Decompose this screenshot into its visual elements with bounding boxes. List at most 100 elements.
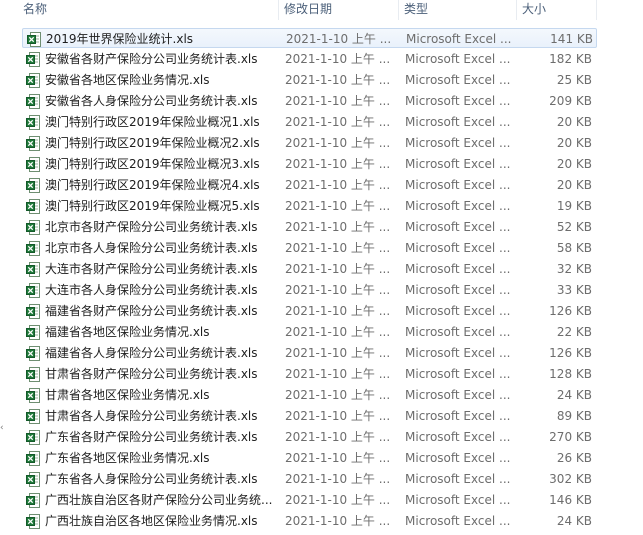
file-type: Microsoft Excel ... xyxy=(405,283,511,297)
collapse-chevron-icon[interactable]: ‹ xyxy=(0,424,6,433)
column-header-bar: 名称 修改日期 类型 大小 xyxy=(0,0,643,20)
file-size: 24 KB xyxy=(556,514,592,528)
file-type: Microsoft Excel ... xyxy=(405,178,511,192)
file-modified-date: 2021-1-10 上午 ... xyxy=(285,157,391,171)
file-name: 澳门特别行政区2019年保险业概况4.xls xyxy=(45,178,260,192)
file-name: 澳门特别行政区2019年保险业概况2.xls xyxy=(45,136,260,150)
excel-file-icon xyxy=(26,514,40,529)
file-type: Microsoft Excel ... xyxy=(405,346,511,360)
file-row[interactable]: 广西壮族自治区各财产保险分公司业务统... 2021-1-10 上午 ... Mic… xyxy=(22,490,597,510)
file-type: Microsoft Excel ... xyxy=(405,262,511,276)
file-size: 141 KB xyxy=(550,32,593,46)
file-row[interactable]: 安徽省各财产保险分公司业务统计表.xls 2021-1-10 上午 ... Micr… xyxy=(22,49,597,69)
file-modified-date: 2021-1-10 上午 ... xyxy=(285,136,391,150)
file-row[interactable]: 澳门特别行政区2019年保险业概况2.xls 2021-1-10 上午 ... Mi… xyxy=(22,133,597,153)
file-size: 20 KB xyxy=(556,178,592,192)
file-name: 北京市各财产保险分公司业务统计表.xls xyxy=(45,220,258,234)
file-modified-date: 2021-1-10 上午 ... xyxy=(285,73,391,87)
file-name: 福建省各地区保险业务情况.xls xyxy=(45,325,210,339)
file-type: Microsoft Excel ... xyxy=(405,220,511,234)
file-type: Microsoft Excel ... xyxy=(405,367,511,381)
file-name: 澳门特别行政区2019年保险业概况3.xls xyxy=(45,157,260,171)
file-modified-date: 2021-1-10 上午 ... xyxy=(285,241,391,255)
file-row[interactable]: 澳门特别行政区2019年保险业概况4.xls 2021-1-10 上午 ... Mi… xyxy=(22,175,597,195)
file-row[interactable]: 甘肃省各人身保险分公司业务统计表.xls 2021-1-10 上午 ... Micr… xyxy=(22,406,597,426)
file-row[interactable]: 澳门特别行政区2019年保险业概况3.xls 2021-1-10 上午 ... Mi… xyxy=(22,154,597,174)
file-name: 广东省各地区保险业务情况.xls xyxy=(45,451,210,465)
file-type: Microsoft Excel ... xyxy=(405,157,511,171)
file-modified-date: 2021-1-10 上午 ... xyxy=(285,430,391,444)
file-type: Microsoft Excel ... xyxy=(405,325,511,339)
file-type: Microsoft Excel ... xyxy=(405,304,511,318)
file-type: Microsoft Excel ... xyxy=(405,199,511,213)
file-name: 福建省各财产保险分公司业务统计表.xls xyxy=(45,304,258,318)
excel-file-icon xyxy=(26,388,40,403)
file-name: 甘肃省各财产保险分公司业务统计表.xls xyxy=(45,367,258,381)
file-size: 270 KB xyxy=(549,430,592,444)
file-modified-date: 2021-1-10 上午 ... xyxy=(285,325,391,339)
file-modified-date: 2021-1-10 上午 ... xyxy=(285,409,391,423)
file-row[interactable]: 福建省各地区保险业务情况.xls 2021-1-10 上午 ... Microsof… xyxy=(22,322,597,342)
file-type: Microsoft Excel ... xyxy=(405,514,511,528)
excel-file-icon xyxy=(26,367,40,382)
file-name: 安徽省各财产保险分公司业务统计表.xls xyxy=(45,52,258,66)
file-modified-date: 2021-1-10 上午 ... xyxy=(286,32,392,46)
file-modified-date: 2021-1-10 上午 ... xyxy=(285,388,391,402)
file-row[interactable]: 安徽省各地区保险业务情况.xls 2021-1-10 上午 ... Microsof… xyxy=(22,70,597,90)
file-modified-date: 2021-1-10 上午 ... xyxy=(285,283,391,297)
file-row[interactable]: 大连市各财产保险分公司业务统计表.xls 2021-1-10 上午 ... Micr… xyxy=(22,259,597,279)
column-header-size[interactable]: 大小 xyxy=(517,0,597,20)
file-row[interactable]: 广东省各财产保险分公司业务统计表.xls 2021-1-10 上午 ... Micr… xyxy=(22,427,597,447)
file-modified-date: 2021-1-10 上午 ... xyxy=(285,199,391,213)
file-row[interactable]: 福建省各财产保险分公司业务统计表.xls 2021-1-10 上午 ... Micr… xyxy=(22,301,597,321)
file-row[interactable]: 广东省各人身保险分公司业务统计表.xls 2021-1-10 上午 ... Micr… xyxy=(22,469,597,489)
file-type: Microsoft Excel ... xyxy=(405,241,511,255)
column-header-date[interactable]: 修改日期 xyxy=(279,0,399,20)
file-size: 25 KB xyxy=(556,73,592,87)
file-name: 大连市各人身保险分公司业务统计表.xls xyxy=(45,283,258,297)
file-row[interactable]: 大连市各人身保险分公司业务统计表.xls 2021-1-10 上午 ... Micr… xyxy=(22,280,597,300)
file-name: 广东省各人身保险分公司业务统计表.xls xyxy=(45,472,258,486)
file-size: 20 KB xyxy=(556,115,592,129)
file-row[interactable]: 安徽省各人身保险分公司业务统计表.xls 2021-1-10 上午 ... Micr… xyxy=(22,91,597,111)
file-modified-date: 2021-1-10 上午 ... xyxy=(285,220,391,234)
file-size: 89 KB xyxy=(556,409,592,423)
file-row[interactable]: 北京市各财产保险分公司业务统计表.xls 2021-1-10 上午 ... Micr… xyxy=(22,217,597,237)
column-header-name[interactable]: 名称 xyxy=(18,0,279,20)
file-size: 19 KB xyxy=(556,199,592,213)
excel-file-icon xyxy=(26,220,40,235)
file-modified-date: 2021-1-10 上午 ... xyxy=(285,115,391,129)
file-type: Microsoft Excel ... xyxy=(405,94,511,108)
file-row[interactable]: 福建省各人身保险分公司业务统计表.xls 2021-1-10 上午 ... Micr… xyxy=(22,343,597,363)
file-row[interactable]: 澳门特别行政区2019年保险业概况1.xls 2021-1-10 上午 ... Mi… xyxy=(22,112,597,132)
excel-file-icon xyxy=(26,115,40,130)
excel-file-icon xyxy=(26,304,40,319)
file-size: 24 KB xyxy=(556,388,592,402)
file-row[interactable]: 广东省各地区保险业务情况.xls 2021-1-10 上午 ... Microsof… xyxy=(22,448,597,468)
file-size: 33 KB xyxy=(556,283,592,297)
file-size: 209 KB xyxy=(549,94,592,108)
excel-file-icon xyxy=(26,325,40,340)
file-modified-date: 2021-1-10 上午 ... xyxy=(285,472,391,486)
file-type: Microsoft Excel ... xyxy=(405,409,511,423)
file-row[interactable]: 北京市各人身保险分公司业务统计表.xls 2021-1-10 上午 ... Micr… xyxy=(22,238,597,258)
file-type: Microsoft Excel ... xyxy=(405,451,511,465)
file-modified-date: 2021-1-10 上午 ... xyxy=(285,178,391,192)
excel-file-icon xyxy=(26,241,40,256)
file-row[interactable]: 甘肃省各地区保险业务情况.xls 2021-1-10 上午 ... Microsof… xyxy=(22,385,597,405)
excel-file-icon xyxy=(26,157,40,172)
file-row[interactable]: 广西壮族自治区各地区保险业务情况.xls 2021-1-10 上午 ... Micr… xyxy=(22,511,597,531)
file-type: Microsoft Excel ... xyxy=(405,136,511,150)
file-name: 2019年世界保险业统计.xls xyxy=(46,32,194,46)
file-row[interactable]: 澳门特别行政区2019年保险业概况5.xls 2021-1-10 上午 ... Mi… xyxy=(22,196,597,216)
file-size: 20 KB xyxy=(556,157,592,171)
excel-file-icon xyxy=(26,283,40,298)
file-row[interactable]: 2019年世界保险业统计.xls 2021-1-10 上午 ... Microsof… xyxy=(22,28,597,48)
file-row[interactable]: 甘肃省各财产保险分公司业务统计表.xls 2021-1-10 上午 ... Micr… xyxy=(22,364,597,384)
excel-file-icon xyxy=(26,409,40,424)
file-modified-date: 2021-1-10 上午 ... xyxy=(285,514,391,528)
file-name: 安徽省各人身保险分公司业务统计表.xls xyxy=(45,94,258,108)
column-header-type[interactable]: 类型 xyxy=(399,0,517,20)
file-name: 大连市各财产保险分公司业务统计表.xls xyxy=(45,262,258,276)
file-name: 澳门特别行政区2019年保险业概况1.xls xyxy=(45,115,260,129)
